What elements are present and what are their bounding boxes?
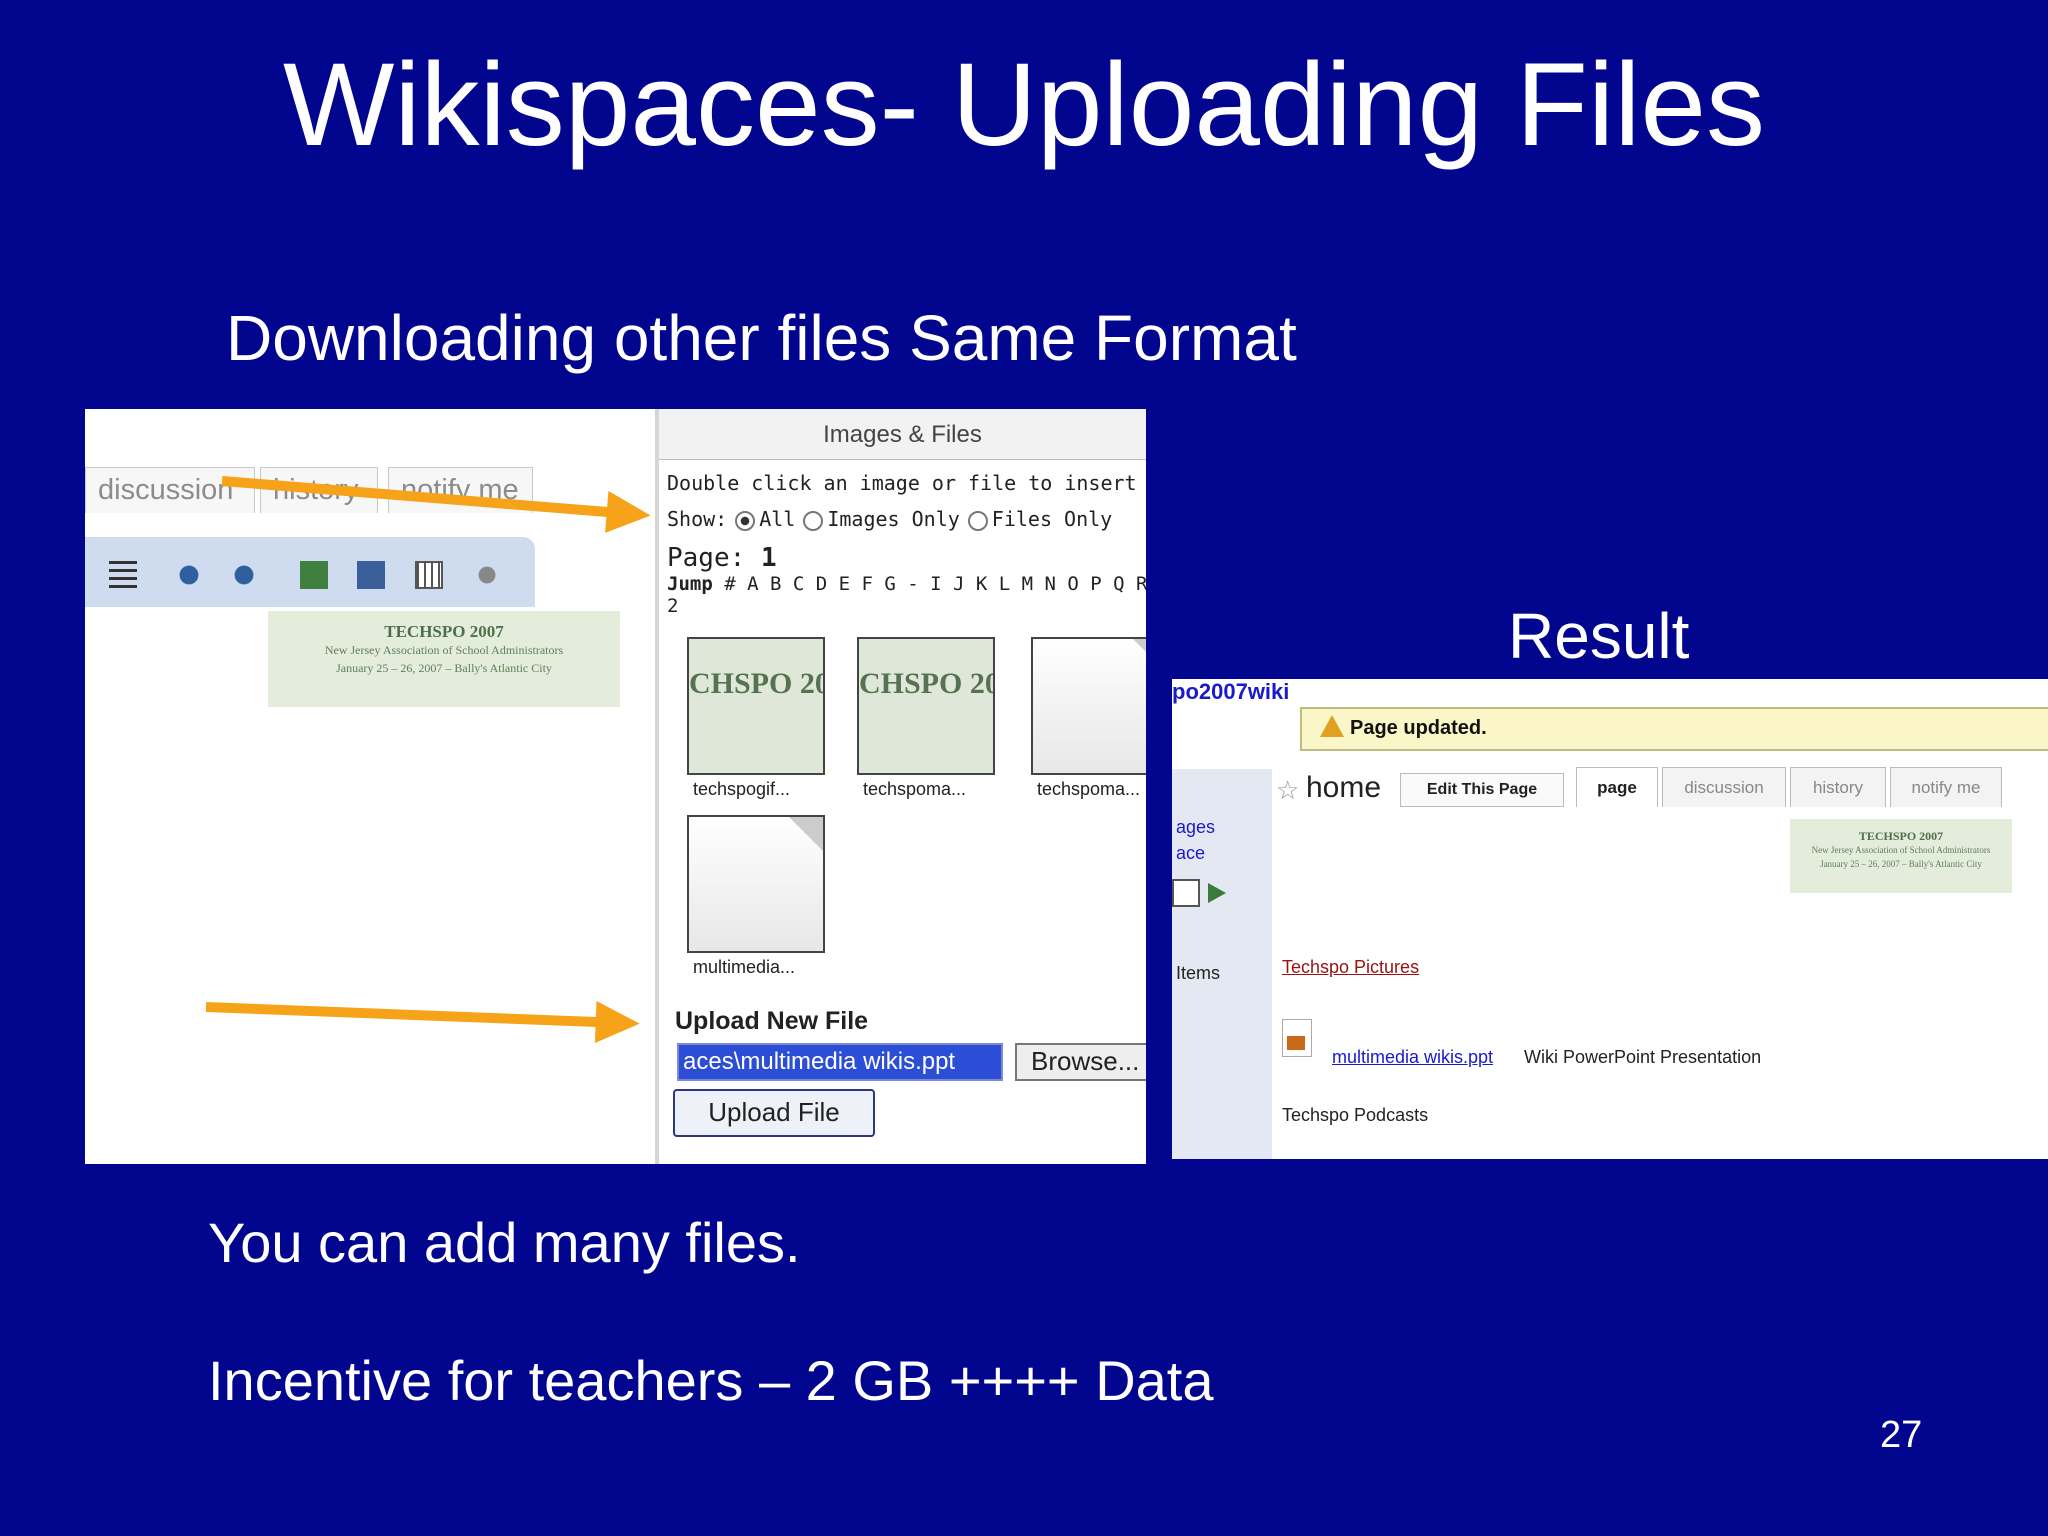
powerpoint-file-icon (1282, 1019, 1312, 1057)
banner-line: January 25 – 26, 2007 – Bally's Atlantic… (336, 661, 552, 675)
page-indicator: Page: 1 (667, 543, 777, 573)
show-filter: Show: All Images Only Files Only (667, 507, 1112, 531)
browse-button[interactable]: Browse... (1015, 1043, 1146, 1081)
page-label: Page: (667, 543, 746, 573)
slide-page-number: 27 (1880, 1414, 1923, 1456)
editor-toolbar (85, 537, 535, 607)
unlink-icon[interactable] (230, 561, 258, 589)
slide-subtitle: Downloading other files Same Format (226, 302, 1297, 374)
banner-line: January 25 – 26, 2007 – Bally's Atlantic… (1820, 859, 1982, 869)
show-label: Show: (667, 507, 728, 531)
radio-all-label: All (759, 507, 796, 531)
tab-page[interactable]: page (1576, 767, 1658, 807)
thumbnail-preview: CHSPO 20 (689, 667, 825, 700)
thumbnail-techspo-main[interactable]: CHSPO 20 (857, 637, 995, 775)
thumbnail-file-icon[interactable] (1031, 637, 1146, 775)
dialog-instruction: Double click an image or file to insert … (667, 471, 1146, 495)
media-icon[interactable] (357, 561, 385, 589)
banner-line: New Jersey Association of School Adminis… (324, 643, 564, 657)
techspo-podcasts-text: Techspo Podcasts (1282, 1105, 1429, 1125)
file-path-input[interactable]: aces\multimedia wikis.ppt (677, 1043, 1003, 1081)
thumbnail-label: techspogif... (693, 779, 791, 799)
page-updated-notice: Page updated. (1300, 707, 2048, 751)
image-icon[interactable] (300, 561, 328, 589)
images-files-dialog: Images & Files Double click an image or … (655, 409, 1146, 1164)
warning-icon (1320, 715, 1344, 737)
table-icon[interactable] (415, 561, 443, 589)
sidebar-link[interactable]: ace (1176, 843, 1205, 864)
plugin-icon[interactable] (473, 561, 501, 589)
radio-files-label: Files Only (991, 507, 1113, 531)
thumbnail-techspo-gif[interactable]: CHSPO 20 (687, 637, 825, 775)
jump-bar: Jump # A B C D E F G - I J K L M N O P Q… (667, 573, 1146, 595)
jump-extra: 2 (667, 595, 679, 617)
banner-title: TECHSPO 2007 (384, 622, 504, 641)
star-icon[interactable]: ☆ (1276, 775, 1299, 806)
link-icon[interactable] (175, 561, 203, 589)
radio-images-label: Images Only (827, 507, 960, 531)
thumbnail-label: techspoma... (1037, 779, 1141, 799)
radio-images-only[interactable] (803, 510, 824, 531)
bullet-incentive: Incentive for teachers – 2 GB ++++ Data (208, 1349, 1214, 1412)
wiki-name[interactable]: po2007wiki (1172, 679, 1289, 705)
go-arrow-icon[interactable] (1208, 883, 1226, 903)
tab-discussion[interactable]: discussion (85, 467, 255, 513)
tab-notify-me[interactable]: notify me (1890, 767, 2002, 807)
thumbnail-label: multimedia... (693, 957, 796, 977)
file-description: Wiki PowerPoint Presentation (1524, 1047, 1762, 1067)
thumbnail-preview: CHSPO 20 (859, 667, 995, 700)
radio-files-only[interactable] (967, 510, 988, 531)
wiki-sidebar: ages ace Items (1172, 769, 1272, 1159)
upload-heading: Upload New File (675, 1007, 869, 1035)
slide-title: Wikispaces- Uploading Files (282, 39, 1766, 171)
techspo-pictures-link[interactable]: Techspo Pictures (1282, 957, 1419, 978)
list-icon[interactable] (109, 561, 137, 589)
upload-file-button[interactable]: Upload File (673, 1089, 875, 1137)
page-value: 1 (760, 543, 777, 573)
notice-text: Page updated. (1350, 717, 1487, 739)
techspo-banner: TECHSPO 2007 New Jersey Association of S… (268, 611, 620, 707)
search-input[interactable] (1172, 879, 1200, 907)
result-label: Result (1508, 600, 1690, 672)
jump-label: Jump (667, 573, 713, 595)
techspo-banner: TECHSPO 2007 New Jersey Association of S… (1790, 819, 2012, 893)
thumbnail-file-icon[interactable] (687, 815, 825, 953)
tab-discussion[interactable]: discussion (1662, 767, 1786, 807)
bullet-many-files: You can add many files. (208, 1211, 801, 1274)
edit-this-page-button[interactable]: Edit This Page (1400, 773, 1564, 807)
sidebar-text: Items (1176, 963, 1221, 983)
tab-history[interactable]: history (1790, 767, 1886, 807)
multimedia-wikis-file-link[interactable]: multimedia wikis.ppt (1332, 1047, 1493, 1068)
banner-line: New Jersey Association of School Adminis… (1811, 845, 1991, 855)
dialog-title: Images & Files (659, 409, 1146, 460)
page-name-home: home (1306, 771, 1382, 804)
radio-all[interactable] (735, 510, 756, 531)
result-screenshot: po2007wiki Page updated. ages ace Items … (1172, 679, 2048, 1159)
thumbnail-label: techspoma... (863, 779, 967, 799)
sidebar-link[interactable]: ages (1176, 817, 1215, 838)
jump-letters[interactable]: # A B C D E F G - I J K L M N O P Q R S … (724, 573, 1146, 595)
banner-title: TECHSPO 2007 (1858, 829, 1944, 843)
